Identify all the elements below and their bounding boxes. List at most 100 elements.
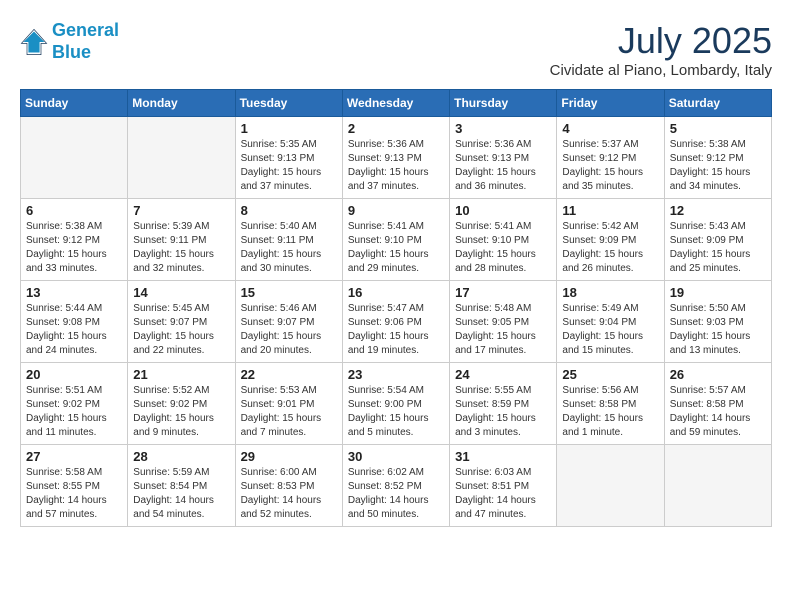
calendar-cell	[21, 117, 128, 199]
logo: General Blue	[20, 20, 119, 63]
week-row-4: 20 Sunrise: 5:51 AMSunset: 9:02 PMDayligh…	[21, 363, 772, 445]
day-info: Sunrise: 6:00 AMSunset: 8:53 PMDaylight:…	[241, 466, 337, 522]
day-info: Sunrise: 5:56 AMSunset: 8:58 PMDaylight:…	[562, 384, 658, 440]
calendar-cell: 14 Sunrise: 5:45 AMSunset: 9:07 PMDayligh…	[128, 281, 235, 363]
month-title: July 2025	[550, 20, 772, 62]
day-number: 12	[670, 203, 766, 218]
calendar-cell: 16Sunrise: 5:47 AMSunset: 9:06 PMDayligh…	[342, 281, 449, 363]
day-info: Sunrise: 5:59 AMSunset: 8:54 PMDaylight:…	[133, 466, 229, 522]
calendar-cell	[128, 117, 235, 199]
day-number: 9	[348, 203, 444, 218]
col-header-monday: Monday	[128, 90, 235, 117]
col-header-thursday: Thursday	[450, 90, 557, 117]
location-subtitle: Cividate al Piano, Lombardy, Italy	[550, 62, 772, 79]
day-number: 4	[562, 121, 658, 136]
logo-line2: Blue	[52, 42, 91, 62]
day-info: Sunrise: 5:38 AMSunset: 9:12 PMDaylight:…	[670, 138, 766, 194]
calendar-cell: 15 Sunrise: 5:46 AMSunset: 9:07 PMDayligh…	[235, 281, 342, 363]
day-number: 26	[670, 367, 766, 382]
day-number: 13	[26, 285, 122, 300]
calendar-cell: 2Sunrise: 5:36 AMSunset: 9:13 PMDaylight…	[342, 117, 449, 199]
calendar-cell: 26 Sunrise: 5:57 AMSunset: 8:58 PMDayligh…	[664, 363, 771, 445]
col-header-saturday: Saturday	[664, 90, 771, 117]
day-info: Sunrise: 6:03 AMSunset: 8:51 PMDaylight:…	[455, 466, 551, 522]
day-info: Sunrise: 5:39 AMSunset: 9:11 PMDaylight:…	[133, 220, 229, 276]
day-info: Sunrise: 5:50 AMSunset: 9:03 PMDaylight:…	[670, 302, 766, 358]
day-info: Sunrise: 5:38 AMSunset: 9:12 PMDaylight:…	[26, 220, 122, 276]
week-row-1: 1 Sunrise: 5:35 AMSunset: 9:13 PMDaylight…	[21, 117, 772, 199]
day-info: Sunrise: 5:48 AMSunset: 9:05 PMDaylight:…	[455, 302, 551, 358]
calendar-cell: 24Sunrise: 5:55 AMSunset: 8:59 PMDayligh…	[450, 363, 557, 445]
calendar-cell: 21Sunrise: 5:52 AMSunset: 9:02 PMDayligh…	[128, 363, 235, 445]
day-info: Sunrise: 5:55 AMSunset: 8:59 PMDaylight:…	[455, 384, 551, 440]
calendar-cell: 9Sunrise: 5:41 AMSunset: 9:10 PMDaylight…	[342, 199, 449, 281]
week-row-5: 27 Sunrise: 5:58 AMSunset: 8:55 PMDayligh…	[21, 445, 772, 527]
day-info: Sunrise: 5:57 AMSunset: 8:58 PMDaylight:…	[670, 384, 766, 440]
day-info: Sunrise: 6:02 AMSunset: 8:52 PMDaylight:…	[348, 466, 444, 522]
calendar-cell: 28 Sunrise: 5:59 AMSunset: 8:54 PMDayligh…	[128, 445, 235, 527]
page-header: General Blue July 2025 Cividate al Piano…	[20, 20, 772, 79]
calendar-cell: 12 Sunrise: 5:43 AMSunset: 9:09 PMDayligh…	[664, 199, 771, 281]
calendar-cell: 1 Sunrise: 5:35 AMSunset: 9:13 PMDaylight…	[235, 117, 342, 199]
day-number: 22	[241, 367, 337, 382]
col-header-sunday: Sunday	[21, 90, 128, 117]
day-number: 8	[241, 203, 337, 218]
day-number: 29	[241, 449, 337, 464]
day-info: Sunrise: 5:51 AMSunset: 9:02 PMDaylight:…	[26, 384, 122, 440]
calendar-cell: 20 Sunrise: 5:51 AMSunset: 9:02 PMDayligh…	[21, 363, 128, 445]
col-header-friday: Friday	[557, 90, 664, 117]
calendar-cell: 30 Sunrise: 6:02 AMSunset: 8:52 PMDayligh…	[342, 445, 449, 527]
calendar-cell: 19 Sunrise: 5:50 AMSunset: 9:03 PMDayligh…	[664, 281, 771, 363]
day-info: Sunrise: 5:58 AMSunset: 8:55 PMDaylight:…	[26, 466, 122, 522]
title-block: July 2025 Cividate al Piano, Lombardy, I…	[550, 20, 772, 79]
calendar-cell: 22Sunrise: 5:53 AMSunset: 9:01 PMDayligh…	[235, 363, 342, 445]
calendar-cell: 23Sunrise: 5:54 AMSunset: 9:00 PMDayligh…	[342, 363, 449, 445]
day-info: Sunrise: 5:45 AMSunset: 9:07 PMDaylight:…	[133, 302, 229, 358]
calendar-cell: 27 Sunrise: 5:58 AMSunset: 8:55 PMDayligh…	[21, 445, 128, 527]
day-number: 10	[455, 203, 551, 218]
day-number: 25	[562, 367, 658, 382]
day-info: Sunrise: 5:46 AMSunset: 9:07 PMDaylight:…	[241, 302, 337, 358]
day-info: Sunrise: 5:40 AMSunset: 9:11 PMDaylight:…	[241, 220, 337, 276]
calendar-cell: 29 Sunrise: 6:00 AMSunset: 8:53 PMDayligh…	[235, 445, 342, 527]
calendar-cell: 3Sunrise: 5:36 AMSunset: 9:13 PMDaylight…	[450, 117, 557, 199]
calendar-cell: 17 Sunrise: 5:48 AMSunset: 9:05 PMDayligh…	[450, 281, 557, 363]
day-number: 27	[26, 449, 122, 464]
day-number: 2	[348, 121, 444, 136]
calendar-cell: 18 Sunrise: 5:49 AMSunset: 9:04 PMDayligh…	[557, 281, 664, 363]
day-info: Sunrise: 5:52 AMSunset: 9:02 PMDaylight:…	[133, 384, 229, 440]
calendar-cell: 7Sunrise: 5:39 AMSunset: 9:11 PMDaylight…	[128, 199, 235, 281]
day-number: 30	[348, 449, 444, 464]
day-number: 20	[26, 367, 122, 382]
col-header-tuesday: Tuesday	[235, 90, 342, 117]
day-number: 1	[241, 121, 337, 136]
day-number: 28	[133, 449, 229, 464]
calendar-cell: 31Sunrise: 6:03 AMSunset: 8:51 PMDayligh…	[450, 445, 557, 527]
day-number: 17	[455, 285, 551, 300]
calendar-cell	[664, 445, 771, 527]
day-number: 11	[562, 203, 658, 218]
calendar-cell: 10 Sunrise: 5:41 AMSunset: 9:10 PMDayligh…	[450, 199, 557, 281]
day-info: Sunrise: 5:35 AMSunset: 9:13 PMDaylight:…	[241, 138, 337, 194]
calendar-cell: 13 Sunrise: 5:44 AMSunset: 9:08 PMDayligh…	[21, 281, 128, 363]
col-header-wednesday: Wednesday	[342, 90, 449, 117]
day-info: Sunrise: 5:44 AMSunset: 9:08 PMDaylight:…	[26, 302, 122, 358]
day-info: Sunrise: 5:49 AMSunset: 9:04 PMDaylight:…	[562, 302, 658, 358]
calendar-cell: 5Sunrise: 5:38 AMSunset: 9:12 PMDaylight…	[664, 117, 771, 199]
day-number: 14	[133, 285, 229, 300]
week-row-3: 13 Sunrise: 5:44 AMSunset: 9:08 PMDayligh…	[21, 281, 772, 363]
day-info: Sunrise: 5:43 AMSunset: 9:09 PMDaylight:…	[670, 220, 766, 276]
calendar-cell: 8 Sunrise: 5:40 AMSunset: 9:11 PMDaylight…	[235, 199, 342, 281]
day-info: Sunrise: 5:37 AMSunset: 9:12 PMDaylight:…	[562, 138, 658, 194]
day-info: Sunrise: 5:41 AMSunset: 9:10 PMDaylight:…	[455, 220, 551, 276]
calendar-cell: 6Sunrise: 5:38 AMSunset: 9:12 PMDaylight…	[21, 199, 128, 281]
day-info: Sunrise: 5:42 AMSunset: 9:09 PMDaylight:…	[562, 220, 658, 276]
logo-text: General Blue	[52, 20, 119, 63]
day-number: 15	[241, 285, 337, 300]
calendar-table: SundayMondayTuesdayWednesdayThursdayFrid…	[20, 89, 772, 527]
day-number: 18	[562, 285, 658, 300]
day-number: 16	[348, 285, 444, 300]
logo-line1: General	[52, 20, 119, 40]
day-number: 19	[670, 285, 766, 300]
day-info: Sunrise: 5:36 AMSunset: 9:13 PMDaylight:…	[455, 138, 551, 194]
